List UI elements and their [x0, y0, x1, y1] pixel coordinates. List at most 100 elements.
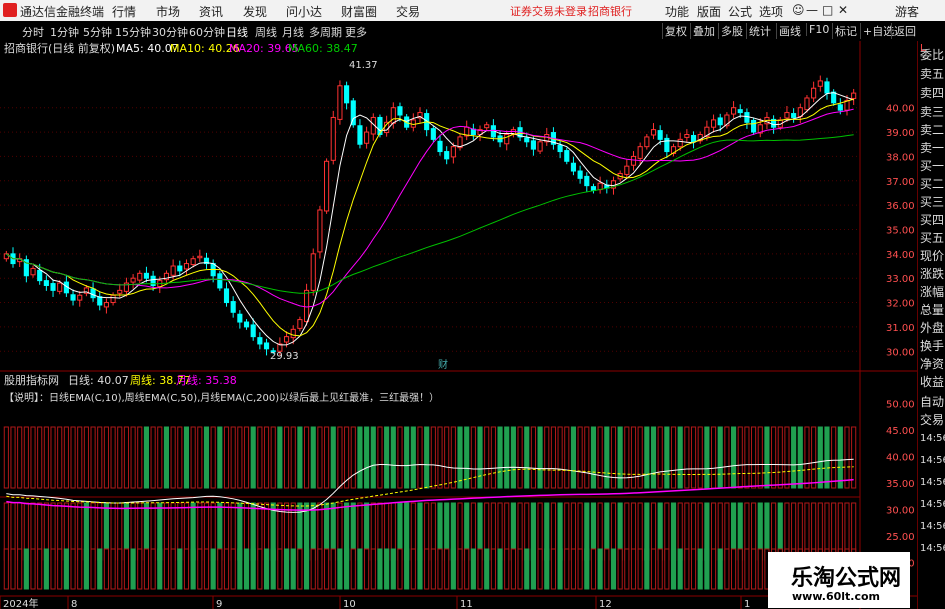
tf-more[interactable]: 更多 [345, 24, 367, 40]
indicator-bar-green [717, 426, 723, 489]
event-marker[interactable]: 财 [438, 358, 448, 371]
indicator-bar-red [397, 426, 403, 489]
panel-change: 涨跌 [920, 267, 945, 281]
overlay-button[interactable]: 叠加 [690, 23, 717, 39]
menu-item-options[interactable]: 选项 [759, 3, 783, 20]
indicator-bar-green [143, 426, 150, 489]
menu-item-discover[interactable]: 发现 [243, 3, 267, 20]
stats-button[interactable]: 统计 [746, 23, 773, 39]
close-icon[interactable]: ✕ [838, 3, 848, 17]
panel-weibi: 委比 [920, 48, 945, 62]
tf-daily[interactable]: 日线 [226, 24, 248, 40]
minimize-icon[interactable]: — [806, 3, 818, 17]
panel-trade[interactable]: 交易 [920, 411, 944, 428]
indicator-bar-red [210, 426, 216, 489]
tf-1min[interactable]: 1分钟 [50, 24, 79, 40]
indicator-bar-red [851, 426, 857, 489]
indicator-bar-red [450, 426, 456, 489]
tf-15min[interactable]: 15分钟 [115, 24, 151, 40]
indicator-bar-red [550, 548, 556, 590]
stock-link[interactable]: 招商银行 [588, 3, 632, 19]
menu-item-quotes[interactable]: 行情 [112, 3, 136, 20]
indicator-bar-red [263, 426, 270, 489]
menu-item-formula[interactable]: 公式 [728, 3, 752, 20]
login-warning[interactable]: 证券交易未登录 [510, 3, 587, 19]
indicator-bar-red [17, 548, 23, 590]
candle-body [390, 107, 396, 124]
tf-5min[interactable]: 5分钟 [83, 24, 112, 40]
indicator-bar-red [230, 548, 236, 590]
candle-body [731, 107, 737, 115]
indicator-bar-red [3, 548, 9, 590]
indicator-bar-red [377, 426, 383, 489]
candle-body [831, 91, 837, 104]
candle-body [684, 134, 690, 138]
indicator-bar-red [30, 426, 36, 489]
app-name: 通达信金融终端 [20, 5, 105, 19]
indicator-bar-red [57, 548, 63, 590]
indicator-bar-green [417, 548, 423, 590]
menu-item-news[interactable]: 资讯 [199, 3, 223, 20]
chart-area[interactable]: 招商银行(日线 前复权) MA5: 40.07 MA10: 40.26 MA20… [0, 41, 917, 609]
indicator-bar-red [43, 426, 49, 489]
indicator-bar-red [710, 426, 717, 489]
indicator-bar-green [330, 426, 336, 489]
indicator-bar-green [537, 426, 543, 489]
indicator-bar-red [577, 548, 583, 590]
indicator-bar-green [384, 426, 390, 489]
indicator-bar-red [584, 426, 590, 489]
indicator-bar-green [791, 426, 797, 489]
tf-30min[interactable]: 30分钟 [152, 24, 188, 40]
user-icon[interactable]: ☺ [792, 3, 805, 17]
menu-item-market[interactable]: 市场 [156, 3, 180, 20]
indicator-bar-red [177, 426, 183, 489]
panel-sell2: 卖二 [920, 123, 945, 137]
date-tick-label: 8 [71, 599, 77, 609]
login-user[interactable]: 游客 [895, 3, 919, 20]
candle-body [230, 301, 236, 313]
menu-item-ask[interactable]: 问小达 [286, 3, 322, 20]
draw-button[interactable]: 画线 [776, 23, 803, 39]
candle-body [570, 162, 577, 172]
menu-item-wealth[interactable]: 财富圈 [341, 3, 377, 20]
menu-item-trade[interactable]: 交易 [396, 3, 420, 20]
adjust-button[interactable]: 复权 [662, 23, 689, 39]
tf-intraday[interactable]: 分时 [22, 24, 44, 40]
candle-body [330, 116, 336, 161]
back-button[interactable]: 返回 [891, 23, 918, 39]
tf-multi[interactable]: 多周期 [309, 24, 342, 40]
watermark: 乐淘公式网 www.60lt.com [768, 552, 910, 608]
indicator-bar-green [250, 426, 256, 489]
indicator-bar-green [357, 548, 363, 590]
menu-item-functions[interactable]: 功能 [665, 3, 689, 20]
indicator-bar-red [437, 426, 443, 489]
indicator-bar-red [464, 548, 470, 590]
indicator-bar-red [304, 426, 310, 489]
indicator-bar-green [530, 548, 536, 590]
menu-item-layout[interactable]: 版面 [697, 3, 721, 20]
tf-weekly[interactable]: 周线 [255, 24, 277, 40]
candle-body [804, 97, 810, 111]
maximize-icon[interactable]: □ [822, 3, 833, 17]
indicator-bar-red [577, 426, 583, 489]
candle-body [250, 324, 256, 338]
tf-monthly[interactable]: 月线 [282, 24, 304, 40]
indicator-bar-red [97, 426, 103, 489]
candle-body [751, 119, 757, 133]
indicator-bar-green [310, 426, 316, 489]
tf-60min[interactable]: 60分钟 [189, 24, 225, 40]
indicator-bar-green [357, 426, 363, 489]
multi-stock-button[interactable]: 多股 [718, 23, 745, 39]
indicator-bar-red [243, 426, 250, 489]
date-tick-label: 11 [460, 599, 473, 609]
mark-button[interactable]: 标记 [832, 23, 859, 39]
indicator-bar-red [811, 426, 817, 489]
indicator-bar-red [77, 426, 83, 489]
candle-body [817, 80, 823, 87]
f10-button[interactable]: F10 [806, 23, 831, 36]
indicator-bar-red [637, 548, 643, 590]
indicator-bar-red [317, 548, 323, 590]
panel-auto[interactable]: 自动 [920, 393, 944, 410]
indicator-bar-green [217, 426, 223, 489]
panel-outer: 外盘 [920, 321, 945, 335]
